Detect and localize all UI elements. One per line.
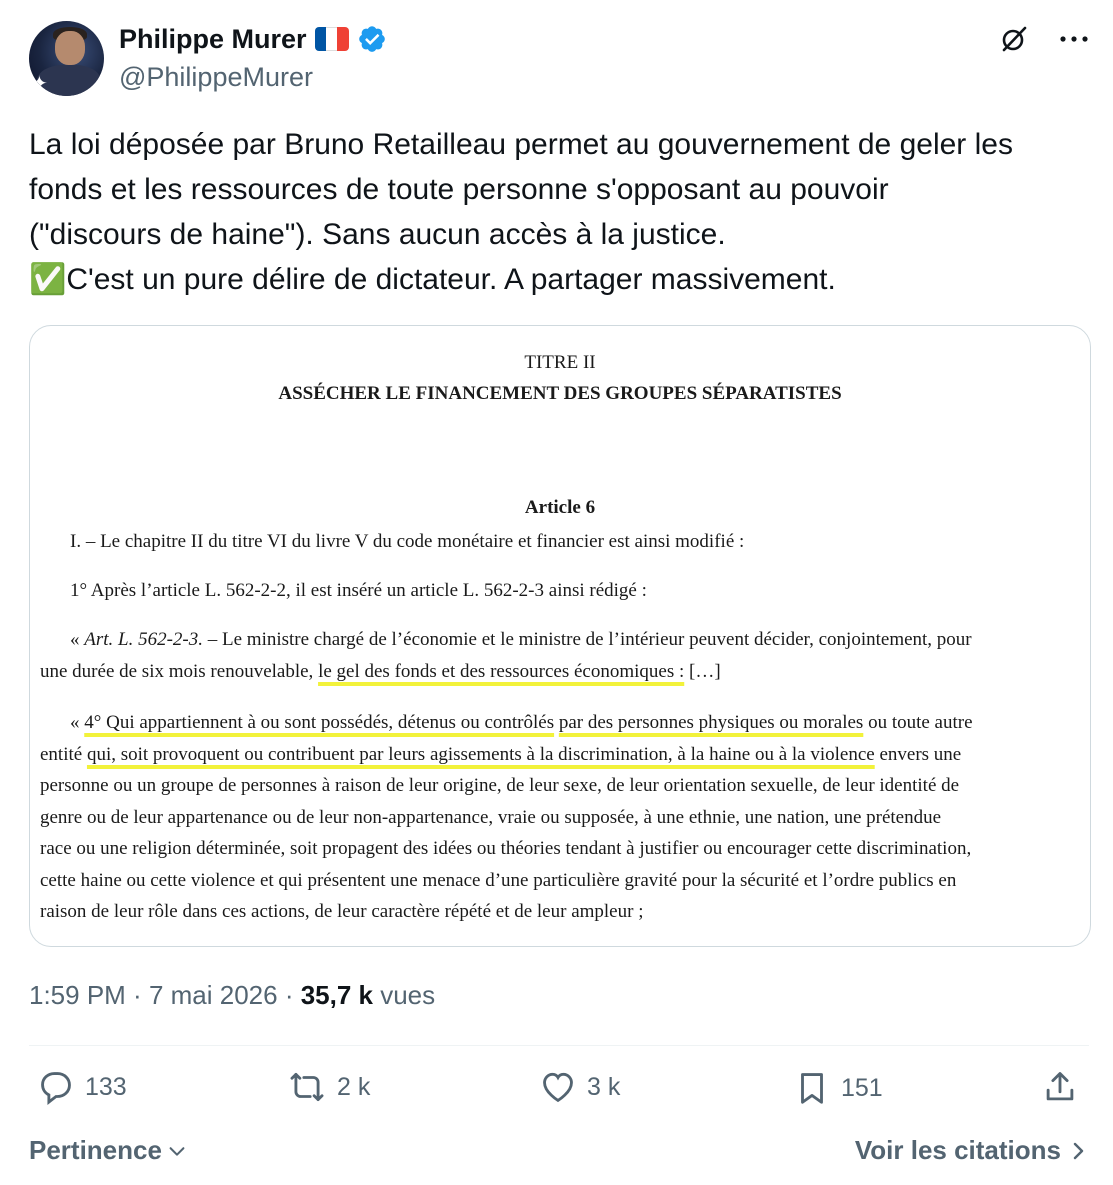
doc-p3-line2-post: […]: [684, 661, 721, 682]
reply-icon: [41, 1072, 71, 1105]
tweet-date[interactable]: 7 mai 2026: [149, 980, 278, 1010]
author-handle[interactable]: @PhilippeMurer: [119, 62, 313, 93]
doc-paragraph-4-line-1: « 4° Qui appartiennent à ou sont possédé…: [70, 712, 973, 734]
doc-paragraph-2: 1° Après l’article L. 562-2-2, il est in…: [70, 580, 647, 601]
share-button[interactable]: [1041, 1068, 1079, 1106]
action-bar: 133 2 k 3 k 151: [29, 1068, 1089, 1112]
avatar-suit: [37, 65, 101, 96]
doc-highlight-violence: qui, soit provoquent ou contribuent par …: [86, 744, 875, 765]
sort-dropdown[interactable]: Pertinence: [29, 1135, 188, 1166]
doc-article: Article 6: [524, 497, 596, 518]
doc-paragraph-4-line-5: race ou une religion déterminée, soit pr…: [40, 838, 972, 859]
doc-p3-rest: – Le ministre chargé de l’économie et le…: [203, 629, 972, 650]
avatar-face: [55, 31, 85, 65]
grok-glyph: [1002, 26, 1027, 52]
tweet-meta: 1:59 PM · 7 mai 2026 · 35,7 k vues: [29, 980, 435, 1011]
doc-titre: TITRE II: [524, 352, 596, 373]
repost-count: 2 k: [337, 1072, 371, 1101]
bookmark-icon: [801, 1073, 823, 1104]
share-icon: [1046, 1072, 1074, 1101]
bookmark-button[interactable]: 151: [793, 1068, 883, 1108]
doc-paragraph-4-line-6: cette haine ou cette violence et qui pré…: [40, 870, 957, 891]
reply-button[interactable]: 133: [37, 1068, 127, 1106]
doc-paragraph-4-line-3: personne ou un groupe de personnes à rai…: [40, 775, 960, 796]
repost-button[interactable]: 2 k: [287, 1068, 370, 1106]
views-count: 35,7 k: [300, 980, 373, 1010]
doc-p4-l1-post: ou toute autre: [863, 712, 973, 733]
author-header[interactable]: Philippe Murer: [119, 22, 387, 56]
doc-p4-l2-pre: entité: [40, 744, 87, 765]
grok-icon[interactable]: [997, 22, 1031, 56]
like-count: 3 k: [587, 1072, 621, 1101]
chevron-down-icon: [169, 1146, 185, 1156]
doc-paragraph-4-line-7: raison de leur rôle dans ces actions, de…: [40, 901, 644, 922]
doc-heading: ASSÉCHER LE FINANCEMENT DES GROUPES SÉPA…: [278, 383, 842, 404]
view-quotes-label: Voir les citations: [854, 1135, 1061, 1165]
more-options-icon[interactable]: [1057, 22, 1091, 56]
doc-highlight-personnes: par des personnes physiques ou morales: [558, 712, 864, 733]
bookmark-count: 151: [841, 1073, 883, 1102]
doc-highlight-gel: le gel des fonds et des ressources écono…: [318, 661, 685, 682]
avatar-logo-mark: ✦: [31, 73, 48, 95]
chevron-right-icon: [1073, 1142, 1084, 1159]
tweet-time[interactable]: 1:59 PM: [29, 980, 126, 1010]
doc-p4-l2-post: envers une: [874, 744, 962, 765]
avatar[interactable]: ✦: [29, 21, 104, 96]
doc-highlight-possedes: 4° Qui appartiennent à ou sont possédés,…: [84, 712, 555, 733]
doc-paragraph-4-line-2: entité qui, soit provoquent ou contribue…: [40, 744, 961, 766]
meta-separator: ·: [277, 980, 301, 1010]
doc-p3-prefix: «: [70, 629, 85, 650]
views-label: vues: [373, 980, 436, 1010]
doc-paragraph-3-line-2: une durée de six mois renouvelable, le g…: [40, 661, 721, 683]
doc-p3-line2-pre: une durée de six mois renouvelable,: [40, 661, 319, 682]
verified-badge-icon: [358, 26, 385, 52]
top-actions: [997, 22, 1091, 56]
like-button[interactable]: 3 k: [539, 1068, 620, 1106]
france-flag-icon: [314, 27, 349, 51]
tweet-media-image[interactable]: TITRE II ASSÉCHER LE FINANCEMENT DES GRO…: [29, 325, 1091, 947]
doc-paragraph-4-line-4: genre ou de leur appartenance ou de leur…: [40, 807, 942, 828]
meta-separator: ·: [125, 980, 149, 1010]
doc-p4-l1-pre: «: [70, 712, 85, 733]
doc-paragraph-1: I. – Le chapitre II du titre VI du livre…: [70, 531, 745, 552]
more-dots-glyph: [1060, 36, 1088, 42]
heart-icon: [543, 1072, 573, 1103]
tweet-text: La loi déposée par Bruno Retailleau perm…: [29, 128, 1013, 296]
document-scan: TITRE II ASSÉCHER LE FINANCEMENT DES GRO…: [30, 326, 1090, 946]
repost-icon: [290, 1072, 324, 1102]
doc-p3-article-ref: Art. L. 562-2-3.: [84, 629, 203, 650]
view-quotes-link[interactable]: Voir les citations: [855, 1135, 1087, 1166]
divider: [29, 1045, 1089, 1046]
reply-count: 133: [85, 1072, 127, 1101]
display-name[interactable]: Philippe Murer: [119, 22, 307, 56]
sort-label: Pertinence: [29, 1135, 162, 1165]
doc-paragraph-3-line-1: « Art. L. 562-2-3. – Le ministre chargé …: [70, 629, 972, 651]
